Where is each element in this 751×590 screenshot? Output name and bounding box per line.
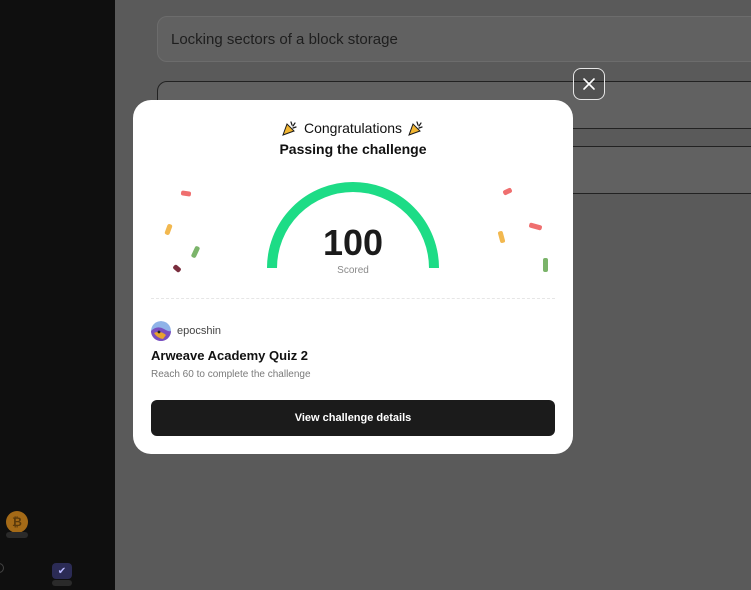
sidebar-ring-icon [0,563,4,573]
bitcoin-icon[interactable]: ₿ [6,511,28,533]
answer-option-1-label: Locking sectors of a block storage [171,31,398,48]
close-icon [583,78,595,90]
modal-title: Congratulations [303,120,403,136]
bitcoin-icon-base [6,532,28,538]
avatar [151,321,171,341]
modal-title-row: Congratulations [133,120,573,136]
quiz-requirement: Reach 60 to complete the challenge [151,369,311,380]
answer-option-1[interactable]: Locking sectors of a block storage [157,16,751,62]
sidebar: ₿ ✔ [0,0,115,590]
divider [151,298,555,299]
modal-subtitle: Passing the challenge [279,141,427,157]
confetti-piece [180,190,192,197]
badge-icon-base [52,580,72,586]
party-popper-icon [408,121,423,136]
author-name: epocshin [177,325,222,337]
score-value: 100 [322,222,384,263]
result-modal: Congratulations Passing the challenge 10… [133,100,573,454]
party-popper-icon [282,121,297,136]
quiz-title: Arweave Academy Quiz 2 [151,348,309,363]
view-challenge-details-button[interactable]: View challenge details [151,400,555,436]
score-label: Scored [337,265,369,276]
author-row: epocshin [151,321,221,341]
close-button[interactable] [573,68,605,100]
badge-icon[interactable]: ✔ [52,563,72,579]
confetti-piece [502,187,513,196]
